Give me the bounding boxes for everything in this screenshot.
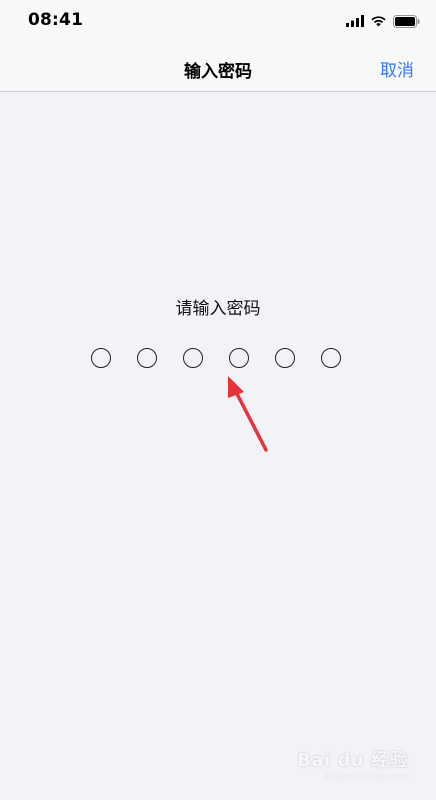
- cellular-signal-icon: [346, 15, 364, 27]
- watermark: Bai du 经验 jingyan.baidu.com: [297, 746, 408, 782]
- watermark-brand: Bai du 经验: [297, 750, 408, 771]
- passcode-prompt: 请输入密码: [175, 299, 261, 319]
- wifi-icon: [370, 15, 387, 27]
- passcode-slot-5: [275, 348, 295, 368]
- passcode-screen: 08:41 输入密码 取消 请输入密码 Bai du 经验 jingyan.ba…: [0, 0, 436, 800]
- watermark-sub: jingyan.baidu.com: [324, 772, 408, 782]
- status-bar: 08:41: [0, 0, 436, 44]
- passcode-slot-1: [91, 348, 111, 368]
- passcode-entry[interactable]: [91, 348, 341, 368]
- navigation-bar: 输入密码 取消: [0, 44, 436, 92]
- passcode-slot-4: [229, 348, 249, 368]
- status-time: 08:41: [28, 10, 84, 30]
- status-icons: [346, 12, 420, 30]
- annotation-arrow-icon: [220, 372, 272, 458]
- passcode-slot-6: [321, 348, 341, 368]
- nav-title: 输入密码: [184, 62, 252, 82]
- passcode-slot-3: [183, 348, 203, 368]
- battery-icon: [393, 14, 420, 28]
- passcode-slot-2: [137, 348, 157, 368]
- cancel-button[interactable]: 取消: [380, 56, 414, 81]
